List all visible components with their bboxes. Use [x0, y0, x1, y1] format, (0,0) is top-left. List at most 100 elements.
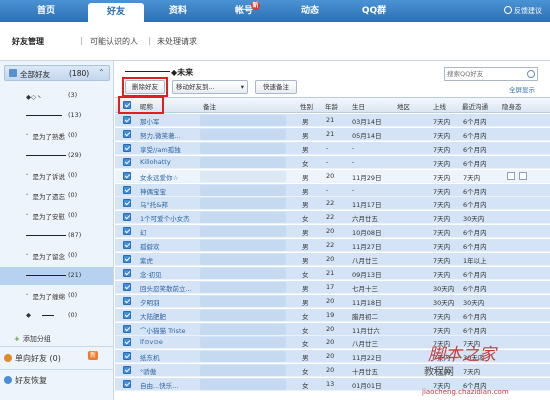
cell-nickname[interactable]: ⌒小猫猫 Triste [140, 325, 186, 335]
cell-nickname[interactable]: 自由...快乐... [140, 380, 178, 390]
sidebar-group[interactable]: ゛是为了安慰 (0) [0, 207, 113, 225]
search-icon[interactable] [527, 70, 535, 78]
tab-pending-requests[interactable]: 未处理请求 [157, 36, 197, 47]
cell-nickname[interactable]: Killohatty [140, 158, 171, 166]
cell-nickname[interactable]: 夕明羽 [140, 297, 160, 307]
row-checkbox[interactable] [123, 366, 131, 375]
row-checkbox[interactable] [123, 338, 131, 347]
table-row[interactable]: ⌒小猫猫 Triste 女 20 11月廿六 7天内 6个月内 [115, 322, 550, 336]
row-checkbox[interactable] [123, 171, 131, 180]
row-delete-icon[interactable] [519, 171, 527, 180]
row-checkbox[interactable] [123, 116, 131, 124]
nav-feed[interactable]: 动态 [282, 0, 338, 22]
cell-nickname[interactable]: 纸东机 [140, 352, 160, 362]
row-checkbox[interactable] [123, 255, 131, 263]
search-input[interactable] [447, 69, 523, 79]
add-group-button[interactable]: + 添加分组 [14, 334, 51, 344]
row-checkbox[interactable] [123, 129, 131, 138]
nav-friends[interactable]: 好友 [88, 3, 144, 22]
cell-nickname[interactable]: 大陆肥肥 [140, 311, 166, 321]
col-birthday[interactable]: 生日 [352, 101, 365, 111]
table-row[interactable]: 乌°托&邦 男 22 11月17日 7天内 6个月内 [115, 197, 550, 211]
tab-people-you-may-know[interactable]: 可能认识的人 [90, 36, 138, 47]
cell-nickname[interactable]: 乌°托&邦 [140, 199, 168, 209]
table-row[interactable]: Killohatty 女 - - 7天内 6个月内 [115, 155, 550, 169]
sidebar-group[interactable]: ゛是为了留念 (0) [0, 247, 113, 265]
cell-nickname[interactable]: 享受//am孤独 [140, 144, 181, 154]
row-checkbox[interactable] [123, 199, 131, 208]
nav-profile[interactable]: 资料 [150, 0, 206, 22]
table-row[interactable]: 努力,微笑著... 男 21 05月14日 7天内 6个月内 [115, 127, 550, 141]
col-online[interactable]: 上线 [433, 101, 446, 111]
chevron-up-icon[interactable]: ⌃ [98, 68, 105, 77]
all-friends-header[interactable]: 全部好友 (180) ⌃ [4, 65, 110, 81]
table-row[interactable]: 孤僻欢 男 22 11月27日 7天内 6个月内 [115, 239, 550, 253]
sidebar-group[interactable]: (13) [0, 107, 113, 125]
search-box[interactable] [444, 67, 538, 81]
table-row[interactable]: 紫虎 男 20 八月廿三 7天内 1年以上 [115, 253, 550, 266]
table-row[interactable]: 女永远爱你☆ 男 20 11月29日 7天内 7天内 [115, 169, 550, 183]
row-edit-icon[interactable] [507, 171, 515, 180]
cell-nickname[interactable]: 努力,微笑著... [140, 130, 181, 140]
col-invisible[interactable]: 隐身态 [502, 101, 522, 111]
cell-nickname[interactable]: lf⊙v⊙e [140, 338, 163, 346]
nav-home[interactable]: 首页 [18, 0, 74, 22]
table-row[interactable]: 回头忍笑散前立... 男 17 七月十三 30天内 6个月内 [115, 280, 550, 294]
col-last-contact[interactable]: 最近沟通 [462, 101, 488, 111]
cell-nickname[interactable]: 紫虎 [140, 255, 153, 265]
cell-nickname[interactable]: 念·初见 [140, 269, 162, 279]
one-way-friends-item[interactable]: 单向好友 (0) [4, 353, 61, 364]
table-row[interactable]: 念·初见 女 21 09月13日 7天内 6个月内 [115, 266, 550, 280]
sidebar-group[interactable]: ◆◇丶 (3) [0, 87, 113, 105]
col-region[interactable]: 地区 [397, 101, 410, 111]
row-checkbox[interactable] [123, 241, 131, 250]
row-checkbox[interactable] [123, 268, 131, 277]
quick-note-button[interactable]: 快速备注 [255, 80, 297, 94]
feedback-link[interactable]: 反馈建议 [504, 6, 542, 16]
cell-nickname[interactable]: 那小军 [140, 116, 160, 126]
sidebar-group[interactable]: ゛是为了缠绵 (0) [0, 287, 113, 305]
row-checkbox[interactable] [123, 213, 131, 222]
row-checkbox[interactable] [123, 352, 131, 361]
col-nickname[interactable]: 昵称 [140, 101, 153, 111]
sidebar-group[interactable]: (29) [0, 147, 113, 165]
row-checkbox[interactable] [123, 157, 131, 166]
table-row[interactable]: 神偶宝宝 男 - - 7天内 6个月内 [115, 183, 550, 197]
col-age[interactable]: 年龄 [325, 101, 338, 111]
row-checkbox[interactable] [123, 282, 131, 291]
sidebar-group[interactable]: ◆ (0) [0, 307, 113, 325]
row-checkbox[interactable] [123, 296, 131, 305]
row-checkbox[interactable] [123, 185, 131, 194]
cell-nickname[interactable]: 神偶宝宝 [140, 186, 166, 196]
col-note[interactable]: 备注 [203, 101, 216, 111]
row-checkbox[interactable] [123, 324, 131, 333]
table-row[interactable]: 大陆肥肥 女 19 腊月初二 7天内 6个月内 [115, 308, 550, 322]
cell-nickname[interactable]: °骄傲 [140, 366, 156, 376]
nav-qq-group[interactable]: QQ群 [346, 0, 402, 22]
sidebar-group[interactable]: ゛是为了诉说 (0) [0, 167, 113, 185]
friend-restore-item[interactable]: 好友恢复 [4, 375, 47, 386]
cell-nickname[interactable]: 女永远爱你☆ [140, 172, 178, 182]
tab-friend-management[interactable]: 好友管理 [12, 36, 44, 47]
sidebar-group[interactable]: ゛是为了遗忘 (0) [0, 187, 113, 205]
row-checkbox[interactable] [123, 143, 131, 152]
row-checkbox[interactable] [123, 310, 131, 319]
table-row[interactable]: 夕明羽 男 20 11月18日 30天内 30天内 [115, 294, 550, 308]
cell-nickname[interactable]: 1个可爱个小女杰 [140, 213, 190, 223]
table-row[interactable]: 享受//am孤独 男 - - 7天内 6个月内 [115, 141, 550, 155]
row-checkbox[interactable] [123, 380, 131, 389]
cell-nickname[interactable]: 孤僻欢 [140, 241, 160, 251]
table-row[interactable]: 幻 男 20 10月08日 7天内 6个月内 [115, 225, 550, 239]
cell-nickname[interactable]: 幻 [140, 227, 147, 237]
sidebar-group[interactable]: (21) [0, 267, 113, 285]
table-row[interactable]: 那小军 男 21 03月14日 7天内 6个月内 [115, 114, 550, 127]
nav-account[interactable]: 帐号 [216, 0, 272, 22]
col-gender[interactable]: 性别 [300, 101, 313, 111]
table-row[interactable]: 1个可爱个小女杰 女 22 六月廿五 7天内 30天内 [115, 211, 550, 225]
move-friend-select[interactable]: 移动好友到... ▾ [172, 80, 248, 94]
sidebar-group[interactable]: (87) [0, 227, 113, 245]
fullscreen-link[interactable]: 全屏显示 [509, 84, 535, 94]
cell-nickname[interactable]: 回头忍笑散前立... [140, 283, 192, 293]
row-checkbox[interactable] [123, 227, 131, 236]
sidebar-group[interactable]: ゛是为了熟悉 (0) [0, 127, 113, 145]
